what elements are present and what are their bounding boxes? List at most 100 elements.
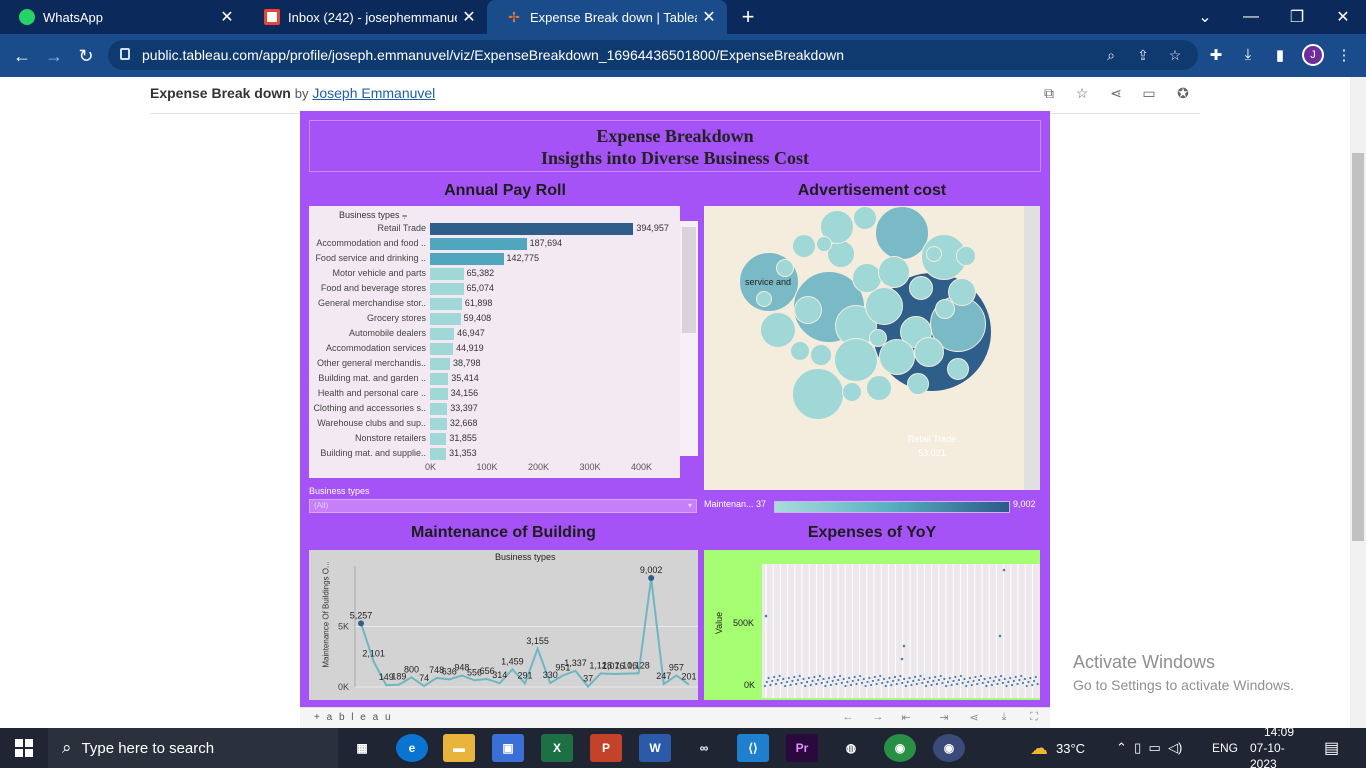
scatter-point[interactable] [899, 674, 902, 678]
scatter-point[interactable] [928, 676, 931, 680]
scatter-point[interactable] [805, 680, 809, 684]
scatter-point[interactable] [826, 680, 829, 684]
scatter-point[interactable] [769, 683, 772, 687]
bubble[interactable] [810, 344, 832, 366]
scatter-point[interactable] [1036, 682, 1039, 686]
scatter-point[interactable] [818, 674, 821, 678]
scatter-point[interactable] [873, 675, 876, 679]
scatter-point[interactable] [952, 679, 955, 683]
scatter-point[interactable] [881, 681, 884, 685]
bar[interactable] [430, 403, 448, 415]
file-explorer-icon[interactable]: ▬ [443, 734, 475, 762]
bar-row[interactable]: Retail Trade 394,957 [309, 222, 680, 237]
sidepanel-icon[interactable]: ▮ [1270, 46, 1290, 66]
scatter-point[interactable] [902, 677, 906, 681]
bubble[interactable] [947, 358, 969, 380]
download-icon[interactable]: ⤓ [1238, 46, 1258, 66]
bar[interactable] [430, 448, 447, 460]
advert-chart[interactable]: service and Retail Trade 53,021 [704, 206, 1040, 490]
scatter-point[interactable] [789, 683, 792, 687]
scatter-point[interactable] [1010, 683, 1014, 687]
scatter-point[interactable] [999, 674, 1003, 678]
app-icon[interactable]: ◍ [835, 734, 867, 762]
bubble[interactable] [879, 339, 915, 375]
scatter-point[interactable] [968, 676, 972, 680]
scatter-point[interactable] [939, 674, 942, 678]
close-window-icon[interactable]: ✕ [1320, 0, 1366, 34]
scatter-point[interactable] [1001, 681, 1004, 685]
scatter-point[interactable] [935, 682, 939, 686]
new-tab-button[interactable]: + [725, 0, 771, 34]
scatter-point[interactable] [800, 681, 803, 685]
back-icon[interactable]: ← [8, 42, 36, 70]
premiere-icon[interactable]: Pr [786, 734, 818, 762]
vscode-icon[interactable]: ⟨⟩ [737, 734, 769, 762]
bar-row[interactable]: Automobile dealers 46,947 [309, 327, 680, 342]
scatter-point[interactable] [860, 681, 864, 685]
bubble[interactable] [790, 341, 810, 361]
maint-line-svg[interactable]: 0K5K5,2572,10114918980074748636948556656… [309, 550, 698, 700]
scatter-point[interactable] [862, 677, 865, 681]
store-icon[interactable]: ▣ [492, 734, 524, 762]
scatter-point[interactable] [937, 678, 940, 682]
scatter-point[interactable] [910, 683, 913, 687]
favorite-icon[interactable]: ☆ [1073, 85, 1091, 103]
bar-row[interactable]: Clothing and accessories s.. 33,397 [309, 402, 680, 417]
scatter-point[interactable] [763, 684, 767, 688]
yoy-chart[interactable]: Value 0K 500K [704, 550, 1040, 700]
bubble[interactable] [907, 373, 929, 395]
bubble[interactable] [792, 234, 816, 258]
scatter-point[interactable] [1029, 676, 1032, 680]
scatter-point[interactable] [774, 682, 778, 686]
scatter-point[interactable] [895, 682, 898, 686]
scatter-point[interactable] [855, 682, 858, 686]
scatter-point[interactable] [785, 680, 789, 684]
close-icon[interactable]: ✕ [457, 7, 481, 27]
forward-icon[interactable]: → [40, 42, 68, 70]
bubble[interactable] [909, 276, 933, 300]
bar[interactable] [430, 313, 461, 325]
scatter-point[interactable] [824, 684, 827, 688]
scatter-point[interactable] [919, 674, 922, 678]
scatter-point[interactable] [773, 675, 776, 679]
redo-icon[interactable]: → [870, 711, 886, 725]
scatter-point[interactable] [884, 684, 887, 688]
scatter-point[interactable] [906, 680, 909, 684]
scatter-point[interactable] [890, 683, 893, 687]
scatter-point[interactable] [917, 678, 920, 682]
bubble[interactable] [935, 299, 955, 319]
scatter-point[interactable] [771, 679, 774, 683]
avatar[interactable]: J [1302, 44, 1324, 66]
scatter-point[interactable] [877, 678, 880, 682]
download-icon[interactable]: ⤓ [996, 711, 1012, 725]
scatter-point[interactable] [776, 678, 779, 682]
author-link[interactable]: Joseph Emmanuvel [312, 85, 435, 101]
scatter-point[interactable] [853, 675, 856, 679]
bubble[interactable] [853, 206, 877, 230]
scatter-point[interactable] [961, 681, 964, 685]
bubble[interactable] [914, 337, 944, 367]
scatter-point[interactable] [981, 681, 984, 685]
word-icon[interactable]: W [639, 734, 671, 762]
bar-row[interactable]: General merchandise stor.. 61,898 [309, 297, 680, 312]
star-icon[interactable]: ☆ [1166, 47, 1184, 65]
bar-row[interactable]: Food and beverage stores 65,074 [309, 282, 680, 297]
scatter-point[interactable] [778, 674, 781, 678]
chrome-icon[interactable]: ◉ [884, 734, 916, 762]
scatter-point[interactable] [1025, 684, 1028, 688]
scatter-point[interactable] [1002, 568, 1006, 572]
scatter-point[interactable] [784, 684, 787, 688]
scatter-point[interactable] [1021, 681, 1025, 685]
scatter-point[interactable] [974, 675, 977, 679]
bar[interactable] [430, 433, 447, 445]
scatter-point[interactable] [915, 682, 918, 686]
bar-row[interactable]: Accommodation services 44,919 [309, 342, 680, 357]
scatter-point[interactable] [994, 675, 997, 679]
scatter-point[interactable] [979, 674, 983, 678]
bubble[interactable] [792, 368, 844, 420]
scatter-point[interactable] [901, 681, 904, 685]
bubble[interactable] [756, 291, 772, 307]
tab-search-icon[interactable]: ⌄ [1182, 0, 1228, 34]
zoom-icon[interactable]: ⌕ [1102, 47, 1120, 65]
scatter-point[interactable] [957, 678, 961, 682]
